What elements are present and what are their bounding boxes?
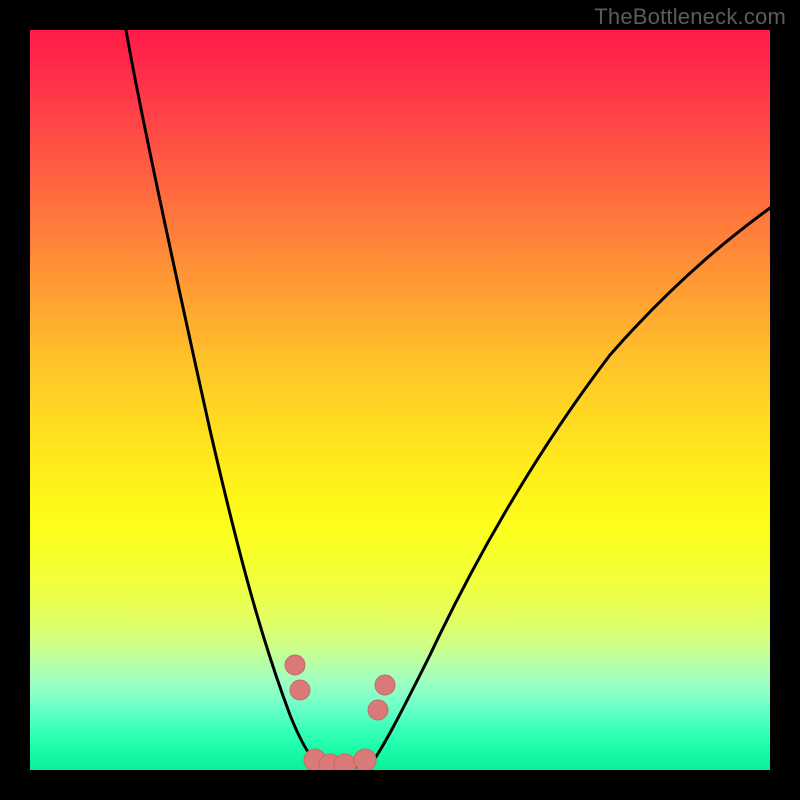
watermark-text: TheBottleneck.com: [594, 4, 786, 30]
plot-area: [30, 30, 770, 770]
trough-marker: [290, 680, 310, 700]
trough-marker: [375, 675, 395, 695]
trough-marker: [285, 655, 305, 675]
trough-marker: [368, 700, 388, 720]
trough-marker-group: [285, 655, 395, 770]
trough-marker: [304, 749, 326, 770]
chart-frame: TheBottleneck.com: [0, 0, 800, 800]
trough-marker: [354, 749, 376, 770]
curve-right-branch: [370, 208, 770, 765]
curve-left-branch: [126, 30, 320, 765]
trough-marker: [319, 754, 341, 770]
curve-trough: [320, 765, 370, 767]
bottleneck-curve: [30, 30, 770, 770]
trough-marker: [334, 754, 356, 770]
